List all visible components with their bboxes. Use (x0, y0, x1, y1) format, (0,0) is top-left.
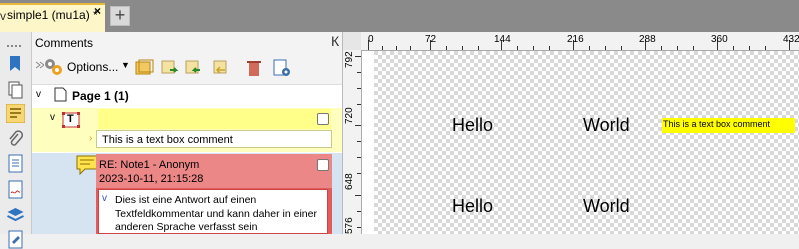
previous-comment-icon[interactable] (184, 58, 204, 78)
document-text: Hello (452, 115, 494, 135)
ruler-h-label: 72 (425, 34, 437, 45)
bookmark-icon[interactable] (6, 54, 25, 73)
ruler-h-label: 216 (567, 34, 584, 45)
chevron-down-icon: ▼ (121, 60, 130, 70)
reply-checkbox[interactable] (317, 159, 329, 171)
ruler-h-label: 360 (711, 34, 728, 45)
document-text: World (583, 196, 630, 216)
layers-icon[interactable] (6, 206, 25, 225)
tab-close-button[interactable]: × (94, 4, 101, 18)
ruler-h-label: 144 (494, 34, 511, 45)
chevron-right-icon[interactable]: › (89, 133, 92, 144)
comment-settings-icon[interactable] (272, 58, 292, 78)
options-menu-button[interactable]: Options... (67, 60, 118, 74)
note-icon (76, 155, 98, 175)
panel-title: Comments (35, 36, 94, 50)
ruler-h-label: 432 (783, 34, 799, 45)
ruler-v-label: 648 (344, 173, 355, 190)
textbox-comment-header[interactable] (98, 109, 331, 129)
textbox-comment-checkbox[interactable] (317, 113, 329, 125)
options-gear-icon[interactable] (42, 56, 64, 78)
vertical-ruler-ticks (355, 56, 361, 228)
document-text: World (583, 115, 630, 135)
reply-text: Dies ist eine Antwort auf einen Textfeld… (115, 194, 317, 233)
ruler-v-label: 576 (344, 217, 355, 234)
next-comment-icon[interactable] (160, 58, 180, 78)
pages-icon[interactable] (6, 80, 25, 99)
ruler-h-label: 0 (368, 34, 374, 45)
collapse-comment-icon[interactable]: v (50, 112, 55, 123)
new-tab-button[interactable]: + (110, 6, 130, 26)
signature-icon[interactable] (6, 180, 25, 199)
comments-panel: Comments К Options... ▼ v Page 1 (1) v T… (32, 32, 343, 234)
summary-icon[interactable] (134, 58, 154, 78)
tab-title[interactable]: simple1 (mu1a) * (7, 8, 98, 22)
reply-title: RE: Note1 - Anonym (99, 159, 200, 171)
panel-collapse-button[interactable]: К (331, 33, 339, 49)
textbox-type-label: T (67, 113, 74, 125)
collapse-reply-icon[interactable]: v (102, 193, 107, 204)
textbox-comment-text: This is a text box comment (102, 134, 233, 146)
tab-edge-char: v (0, 9, 6, 23)
document-text: Hello (452, 196, 494, 216)
ruler-h-label: 288 (639, 34, 656, 45)
page-group-label[interactable]: Page 1 (1) (72, 89, 129, 103)
document-info-icon[interactable] (6, 154, 25, 173)
textbox-annotation-text: This is a text box comment (663, 119, 771, 129)
collapse-page-icon[interactable]: v (36, 89, 41, 100)
page-margin (362, 51, 374, 234)
ruler-v-label: 792 (344, 51, 355, 68)
reply-icon[interactable] (212, 58, 232, 78)
page-canvas[interactable] (362, 51, 799, 234)
page-icon (54, 87, 67, 102)
side-icon-strip (0, 32, 32, 249)
ruler-v-label: 720 (344, 107, 355, 124)
comments-icon[interactable] (6, 104, 25, 123)
reply-timestamp: 2023-10-11, 21:15:28 (99, 173, 204, 185)
attachment-icon[interactable] (6, 130, 25, 149)
delete-icon[interactable] (244, 58, 264, 78)
